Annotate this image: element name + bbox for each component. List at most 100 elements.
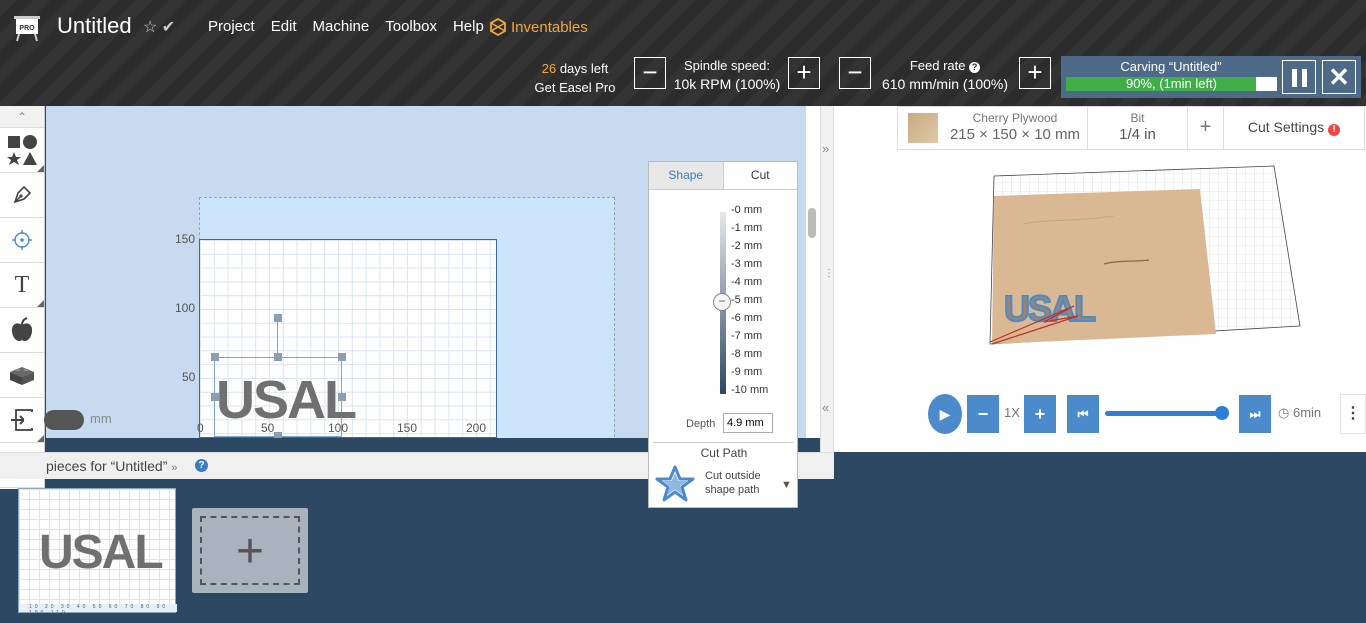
carving-progress-text: 90%, (1min left) [1125,76,1218,91]
pause-button[interactable] [1282,60,1316,94]
trial-notice[interactable]: 26 days left Get Easel Pro [530,59,620,97]
spindle-increase-button[interactable]: + [788,57,820,89]
depth-slider-thumb[interactable]: − [713,293,731,311]
cut-settings-button[interactable]: Cut Settings! [1224,107,1364,149]
workpiece-thumbnail[interactable]: USAL 10 20 30 40 50 60 70 80 90 100 110 [18,488,177,616]
y-tick-50: 50 [182,370,196,384]
unit-toggle[interactable] [44,410,84,430]
star-icon[interactable]: ☆ [143,19,157,36]
menu-toolbox[interactable]: Toolbox [385,18,437,35]
chevron-down-icon[interactable]: » [171,462,177,474]
y-tick-150: 150 [175,232,196,246]
warning-icon: ! [1328,124,1341,136]
depth-tick: -10 mm [731,384,769,396]
workpieces-title[interactable]: pieces for “Untitled” » [46,458,177,474]
cut-type-label[interactable]: Cut outside shape path [705,469,775,497]
workpieces-title-text: pieces for “Untitled” [46,458,168,474]
rotate-handle[interactable] [274,314,282,322]
resize-handle-tr[interactable] [338,353,346,361]
spindle-speed: Spindle speed: 10k RPM (100%) [670,56,784,94]
depth-tick: -2 mm [731,240,763,252]
resize-handle-ml[interactable] [211,393,219,401]
menu-project[interactable]: Project [208,18,255,35]
parts-tool[interactable] [0,353,44,398]
sim-progress-slider[interactable] [1105,411,1223,416]
preview-carved-text: USAL [1004,288,1095,329]
tab-cut[interactable]: Cut [723,162,797,189]
panel-splitter[interactable]: » ⋮ « [820,106,834,452]
cut-path-label: Cut Path [700,446,748,460]
more-options-icon[interactable]: ⋮ [1340,394,1366,434]
feed-rate-label: Feed rate [909,58,966,73]
expand-left-icon[interactable]: « [822,400,829,415]
speed-increase-button[interactable]: + [1024,395,1056,433]
add-workpiece-button[interactable]: + [192,508,308,593]
depth-input[interactable] [723,413,773,433]
left-toolbar: ⌃ T [0,106,45,489]
main-menu: Project Edit Machine Toolbox Help [208,18,484,35]
add-bit-button[interactable]: + [1188,107,1224,149]
drag-handle-icon[interactable]: ⋮ [824,268,834,279]
crosshair-icon [12,230,32,250]
shapes-tool[interactable] [0,128,44,173]
x-tick-0: 0 [197,421,204,435]
pause-icon-bar-left [1292,69,1297,87]
unit-toggle-knob[interactable] [24,412,40,428]
inventables-link[interactable]: Inventables [489,18,588,36]
feed-decrease-button[interactable]: − [839,57,871,89]
easel-pro-logo[interactable]: PRO [14,14,40,42]
material-selector[interactable]: Cherry Plywood 215 × 150 × 10 mm [943,107,1088,149]
spindle-decrease-button[interactable]: − [634,57,666,89]
material-swatch[interactable] [908,113,938,143]
fast-forward-button[interactable]: ⏭ [1239,395,1271,433]
depth-tick: -1 mm [731,222,763,234]
depth-label: Depth [686,418,716,430]
tab-shape[interactable]: Shape [649,162,724,189]
play-button[interactable]: ▶ [928,394,962,434]
carving-progress-bar: 90%, (1min left) [1066,77,1277,91]
get-easel-pro-link[interactable]: Get Easel Pro [530,78,620,97]
pro-badge-text: PRO [19,25,35,32]
text-icon: T [14,271,30,298]
depth-tick: -4 mm [731,276,763,288]
sim-progress-thumb[interactable] [1215,406,1229,420]
feed-rate: Feed rate ? 610 mm/min (100%) [875,56,1015,94]
help-icon[interactable]: ? [195,459,208,472]
check-icon: ✔ [161,19,176,36]
text-tool[interactable]: T [0,263,44,308]
unit-label: mm [90,411,112,426]
menu-machine[interactable]: Machine [313,18,370,35]
resize-handle-bc[interactable] [274,432,282,438]
simulation-controls: ▶ − 1X + ⏮ ⏭ ◷ 6min ⋮ [928,394,1366,434]
menu-help[interactable]: Help [453,18,484,35]
toolbar-collapse-icon[interactable]: ⌃ [0,106,44,128]
target-tool[interactable] [0,218,44,263]
x-tick-200: 200 [466,421,487,435]
feed-increase-button[interactable]: + [1019,57,1051,89]
help-icon[interactable]: ? [969,62,981,73]
chevron-down-icon[interactable]: ▼ [781,479,792,491]
resize-handle-tc[interactable] [274,353,282,361]
rewind-button[interactable]: ⏮ [1067,395,1099,433]
expand-right-icon[interactable]: » [822,141,829,156]
pen-icon [13,185,32,204]
speed-decrease-button[interactable]: − [967,395,999,433]
resize-handle-mr[interactable] [338,393,346,401]
trial-days-suffix: days left [556,61,609,76]
vertical-scrollbar[interactable] [808,208,816,238]
apps-tool[interactable] [0,308,44,353]
stop-button[interactable]: ✕ [1322,60,1356,94]
pen-tool[interactable] [0,173,44,218]
menu-edit[interactable]: Edit [271,18,297,35]
resize-handle-tl[interactable] [211,353,219,361]
plus-icon: + [235,525,265,578]
clock-icon: ◷ [1278,405,1290,420]
3d-preview[interactable]: USAL [984,164,1304,354]
cut-outside-star-icon[interactable] [653,464,697,504]
shapes-icon [7,135,37,165]
design-text[interactable]: USAL [216,369,357,431]
cut-panel-divider [653,442,793,443]
sim-time: ◷ 6min [1278,405,1321,421]
bit-selector[interactable]: Bit 1/4 in [1088,107,1188,149]
project-title[interactable]: Untitled [57,13,132,39]
